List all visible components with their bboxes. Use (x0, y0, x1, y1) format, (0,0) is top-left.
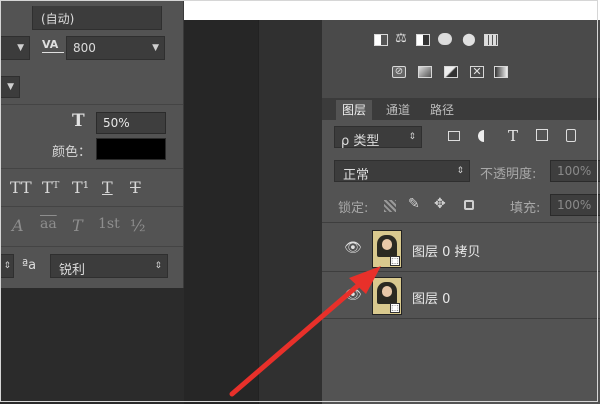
posterize-icon[interactable] (418, 66, 432, 78)
color-label: 颜色： (52, 145, 92, 160)
blend-mode-value: 正常 (343, 168, 370, 183)
smart-object-badge-icon: ⬚ (390, 256, 400, 266)
layer-row[interactable]: 👁 ⬚ 图层 0 (322, 273, 600, 319)
fraction-button[interactable]: ½ (130, 216, 146, 235)
layer-thumbnail: ⬚ (372, 230, 402, 268)
adjustments-panel: ⚖ ⬤ ⊘ ✕ (322, 20, 600, 98)
strikethrough-button[interactable]: T (130, 178, 141, 197)
tracking-value: 800 (73, 41, 96, 55)
ordinal-button[interactable]: 1st (98, 216, 120, 232)
threshold-icon[interactable] (444, 66, 458, 78)
swash-button[interactable]: T (72, 216, 83, 235)
eye-icon[interactable]: 👁 (344, 240, 362, 256)
anti-alias-value: 锐利 (59, 263, 86, 278)
chevron-updown-icon: ⇕ (456, 166, 464, 176)
panel-tabs: 图层 通道 路径 (322, 98, 600, 120)
layer-name: 图层 0 拷贝 (412, 245, 481, 260)
lock-move-icon[interactable]: ✥ (434, 196, 446, 212)
opacity-label: 不透明度: (480, 167, 537, 182)
invert-icon[interactable]: ⊘ (392, 66, 406, 78)
layer-filter-dropdown[interactable]: ρ 类型 ⇕ (334, 126, 422, 149)
small-caps-button[interactable]: T¹ (72, 178, 89, 197)
smart-object-badge-icon: ⬚ (390, 303, 400, 313)
lock-label: 锁定: (338, 201, 369, 216)
filter-type-icon[interactable]: T (508, 127, 518, 145)
character-panel: (自动) ▼ VA 800 ▼ ▼ T 50% 颜色： TT Tᵀ T¹ T T… (0, 0, 184, 288)
lock-transparent-icon[interactable] (384, 200, 396, 212)
exposure-icon[interactable] (438, 33, 452, 45)
filter-adjustment-icon[interactable] (478, 130, 490, 142)
layer-name: 图层 0 (412, 292, 451, 307)
layer-thumbnail: ⬚ (372, 277, 402, 315)
levels-icon[interactable]: ⚖ (394, 32, 408, 46)
anti-alias-icon: ªa (22, 258, 37, 273)
lock-paint-icon[interactable]: ✎ (408, 196, 420, 212)
tab-layers[interactable]: 图层 (336, 100, 373, 120)
baseline-dropdown[interactable]: ▼ (0, 76, 20, 98)
layer-row[interactable]: 👁 ⬚ 图层 0 拷贝 (322, 226, 600, 272)
chevron-down-icon: ▼ (17, 43, 24, 53)
chevron-updown-icon: ⇕ (3, 261, 11, 271)
vibrance-icon[interactable]: ⬤ (462, 33, 476, 46)
color-swatch[interactable] (96, 138, 166, 160)
lock-all-icon[interactable] (464, 200, 474, 210)
curves-icon[interactable] (416, 34, 430, 46)
tab-channels[interactable]: 通道 (380, 100, 416, 120)
fill-label: 填充: (510, 201, 541, 216)
language-dropdown[interactable]: ⇕ (0, 254, 14, 278)
canvas-gap (184, 20, 258, 404)
filter-shape-icon[interactable] (536, 129, 548, 141)
tracking-dropdown[interactable]: 800 ▼ (66, 36, 165, 60)
filter-pixel-icon[interactable] (448, 131, 460, 141)
discretionary-button[interactable]: aa (40, 216, 57, 232)
chevron-updown-icon: ⇕ (154, 261, 162, 271)
brightness-icon[interactable] (374, 34, 388, 46)
ligature-button[interactable]: A (12, 216, 24, 235)
hue-icon[interactable] (484, 34, 498, 46)
superscript-button[interactable]: Tᵀ (42, 178, 59, 197)
tab-paths[interactable]: 路径 (424, 100, 460, 120)
vertical-scale-icon: T (72, 111, 85, 131)
filter-smart-object-icon[interactable] (566, 129, 576, 142)
font-size-dropdown[interactable]: ▼ (0, 36, 30, 60)
vertical-scale-field[interactable]: 50% (96, 112, 166, 134)
all-caps-button[interactable]: TT (10, 178, 32, 197)
chevron-updown-icon: ⇕ (408, 132, 416, 142)
tracking-icon: VA (42, 38, 64, 56)
blend-mode-dropdown[interactable]: 正常 ⇕ (334, 160, 470, 183)
filter-label: ρ 类型 (341, 134, 380, 149)
selective-color-icon[interactable]: ✕ (470, 66, 484, 78)
chevron-down-icon: ▼ (152, 43, 159, 53)
chevron-down-icon: ▼ (7, 82, 14, 92)
eye-icon[interactable]: 👁 (344, 287, 362, 303)
layers-panel: 图层 通道 路径 ρ 类型 ⇕ T 正常 ⇕ 不透明度: 100% 锁定: ✎ … (322, 98, 600, 404)
anti-alias-dropdown[interactable]: 锐利 ⇕ (50, 254, 168, 278)
opacity-field[interactable]: 100% (550, 160, 600, 182)
leading-value: (自动) (41, 12, 75, 26)
panel-dock-bar (258, 20, 322, 404)
subscript-button[interactable]: T (102, 178, 113, 197)
fill-field[interactable]: 100% (550, 194, 600, 216)
leading-dropdown[interactable]: (自动) (32, 6, 162, 30)
gradient-map-icon[interactable] (494, 66, 508, 78)
